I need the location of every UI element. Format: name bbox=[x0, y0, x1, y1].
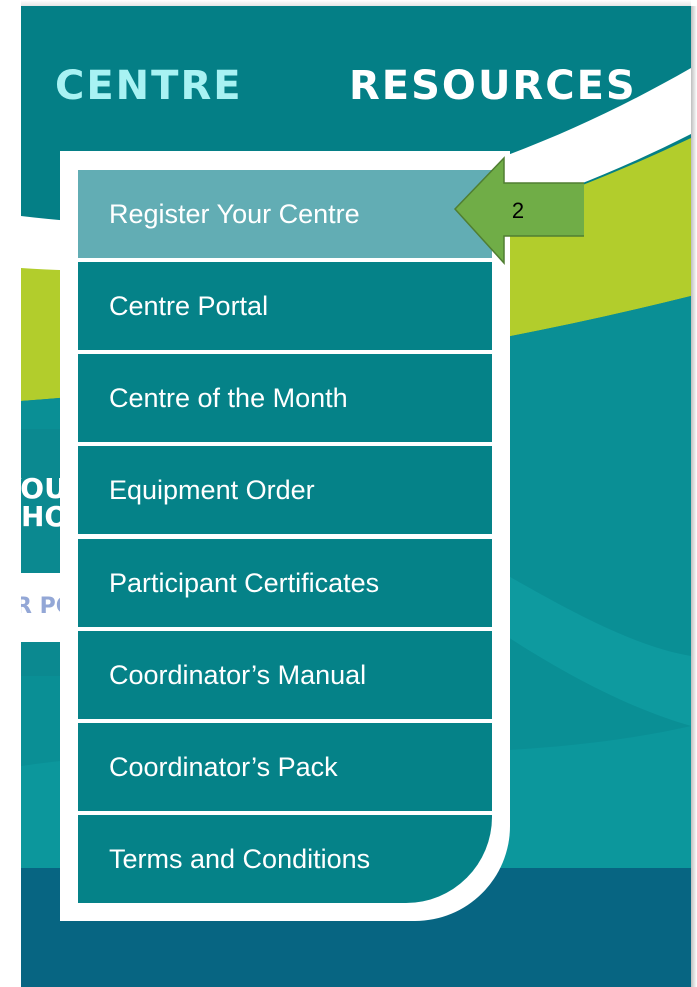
menu-item-centre-portal[interactable]: Centre Portal bbox=[78, 262, 492, 350]
menu-item-participant-certificates[interactable]: Participant Certificates bbox=[78, 539, 492, 627]
step-number-label: 2 bbox=[511, 198, 525, 223]
menu-item-terms-and-conditions[interactable]: Terms and Conditions bbox=[78, 815, 492, 903]
window-shadow-right bbox=[691, 6, 697, 987]
resources-menu: Register Your Centre Centre Portal Centr… bbox=[78, 170, 492, 903]
page-viewport: CENTRE RESOURCES YOU HO R PC Register Yo… bbox=[21, 6, 691, 987]
menu-item-equipment-order[interactable]: Equipment Order bbox=[78, 446, 492, 534]
menu-item-register-your-centre[interactable]: Register Your Centre bbox=[78, 170, 492, 258]
menu-item-coordinators-pack[interactable]: Coordinator’s Pack bbox=[78, 723, 492, 811]
resources-dropdown: Register Your Centre Centre Portal Centr… bbox=[60, 151, 510, 921]
menu-item-centre-of-the-month[interactable]: Centre of the Month bbox=[78, 354, 492, 442]
nav-resources-menu[interactable]: RESOURCES bbox=[349, 62, 637, 110]
nav-centre-menu[interactable]: CENTRE bbox=[55, 62, 243, 110]
menu-item-coordinators-manual[interactable]: Coordinator’s Manual bbox=[78, 631, 492, 719]
